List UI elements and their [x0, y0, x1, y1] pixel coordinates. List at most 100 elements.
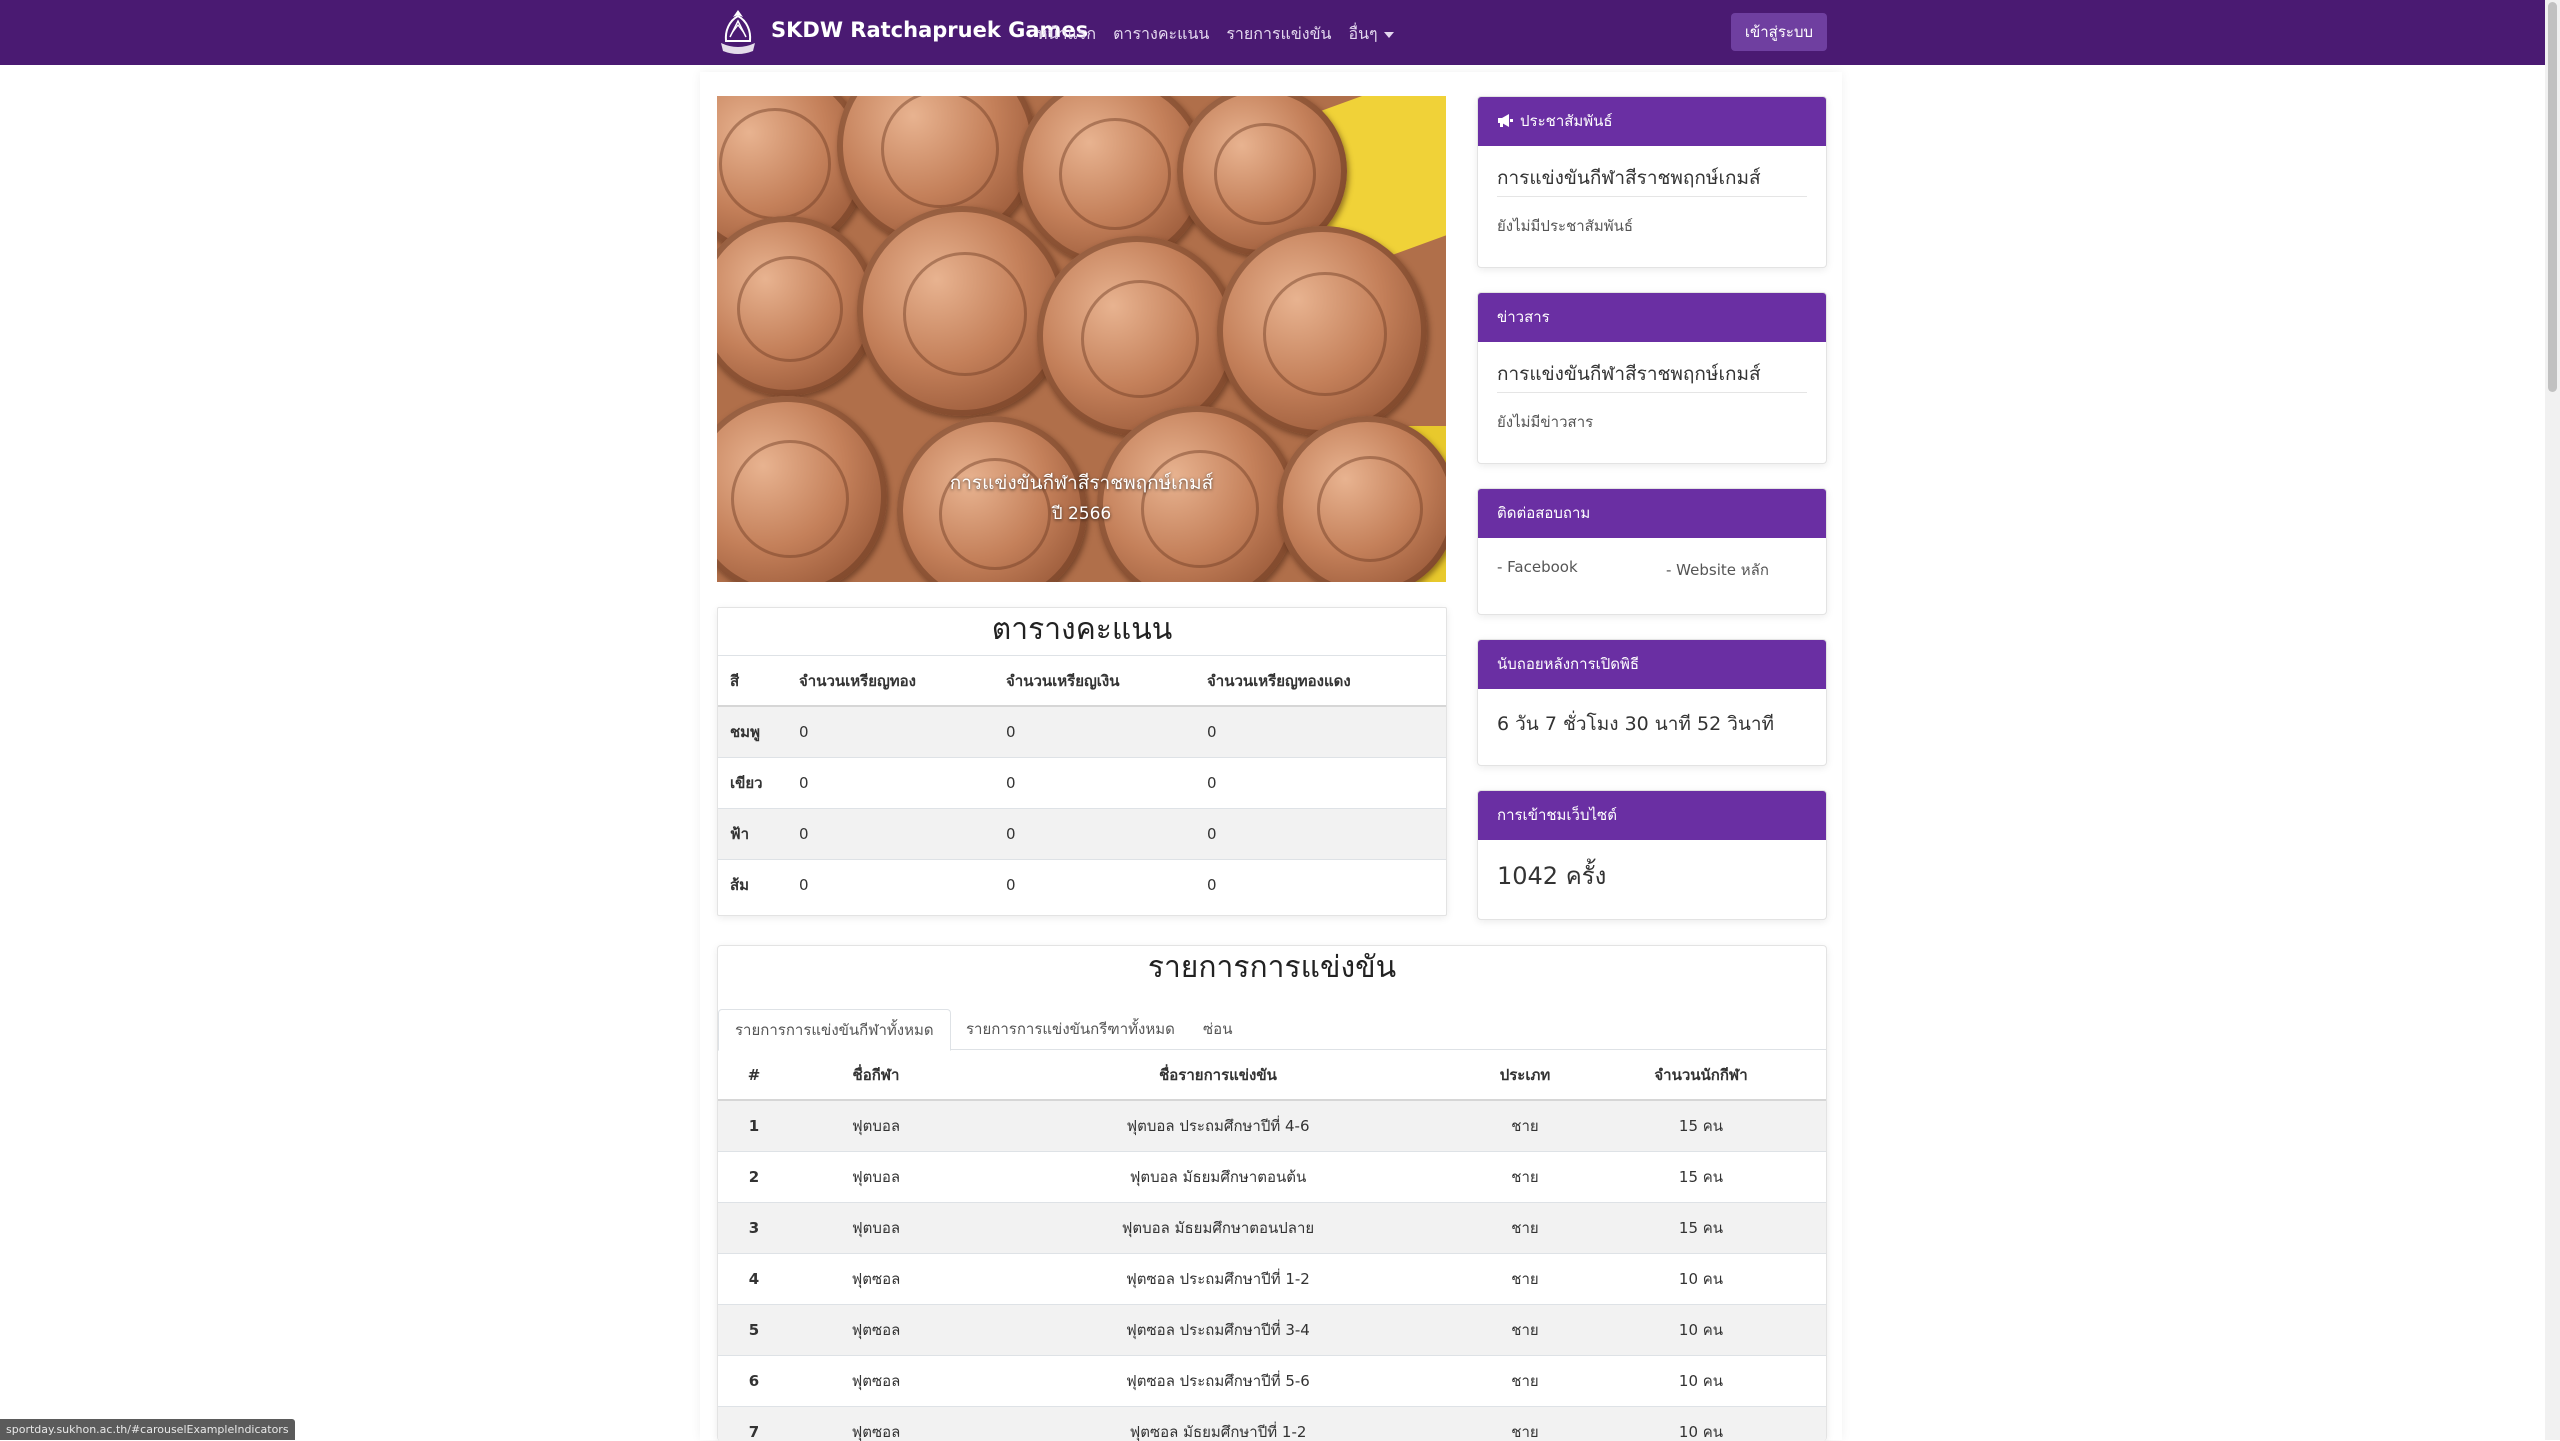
vertical-scrollbar[interactable] [2545, 0, 2560, 1440]
scoreboard-title: ตารางคะแนน [718, 610, 1446, 655]
silver-count: 0 [1005, 706, 1206, 758]
scrollbar-thumb[interactable] [2548, 2, 2557, 392]
col-color: สี [718, 656, 798, 707]
bronze-count: 0 [1206, 860, 1446, 911]
login-button[interactable]: เข้าสู่ระบบ [1731, 13, 1827, 51]
col-silver: จำนวนเหรียญเงิน [1005, 656, 1206, 707]
row-number: 1 [718, 1100, 790, 1152]
tab-all-sports[interactable]: รายการการแข่งขันกีฬาทั้งหมด [718, 1009, 951, 1051]
coin-image [857, 206, 1067, 416]
gold-count: 0 [798, 860, 1005, 911]
event-type: ชาย [1474, 1152, 1576, 1203]
nav-scoreboard[interactable]: ตารางคะแนน [1113, 22, 1209, 47]
event-name: ฟุตซอล มัธยมศึกษาปีที่ 1-2 [962, 1407, 1474, 1441]
team-name: เขียว [718, 758, 798, 809]
carousel-caption-title: การแข่งขันกีฬาสีราชพฤกษ์เกมส์ [717, 468, 1446, 498]
table-row: ชมพู 0 0 0 [718, 706, 1446, 758]
row-number: 3 [718, 1203, 790, 1254]
sport-name: ฟุตซอล [790, 1356, 962, 1407]
row-number: 2 [718, 1152, 790, 1203]
facebook-link[interactable]: - Facebook [1478, 558, 1597, 576]
navbar-inner: SKDW Ratchapruek Games หน้าแรก ตารางคะแน… [717, 0, 1827, 65]
table-row: เขียว 0 0 0 [718, 758, 1446, 809]
news-heading: การแข่งขันกีฬาสีราชพฤกษ์เกมส์ [1478, 359, 1826, 392]
news-header: ข่าวสาร [1478, 293, 1826, 342]
nav-competitions[interactable]: รายการแข่งขัน [1226, 22, 1331, 47]
event-name: ฟุตซอล ประถมศึกษาปีที่ 5-6 [962, 1356, 1474, 1407]
col-sport-name: ชื่อกีฬา [790, 1050, 962, 1100]
school-logo-icon[interactable] [717, 7, 759, 59]
col-bronze: จำนวนเหรียญทองแดง [1206, 656, 1446, 707]
website-link[interactable]: - Website หลัก [1647, 558, 1788, 582]
nav-more-label: อื่นๆ [1348, 24, 1377, 43]
chevron-down-icon [1384, 32, 1394, 38]
table-row[interactable]: 1 ฟุตบอล ฟุตบอล ประถมศึกษาปีที่ 4-6 ชาย … [718, 1100, 1826, 1152]
col-number: # [718, 1050, 790, 1100]
col-event-name: ชื่อรายการแข่งขัน [962, 1050, 1474, 1100]
table-row[interactable]: 2 ฟุตบอล ฟุตบอล มัธยมศึกษาตอนต้น ชาย 15 … [718, 1152, 1826, 1203]
col-type: ประเภท [1474, 1050, 1576, 1100]
sport-name: ฟุตบอล [790, 1152, 962, 1203]
nav-home[interactable]: หน้าแรก [1037, 22, 1096, 47]
sport-name: ฟุตซอล [790, 1305, 962, 1356]
nav-more-dropdown[interactable]: อื่นๆ [1348, 22, 1393, 47]
row-number: 4 [718, 1254, 790, 1305]
coin-image [897, 416, 1087, 582]
event-type: ชาย [1474, 1203, 1576, 1254]
silver-count: 0 [1005, 758, 1206, 809]
contact-card: ติดต่อสอบถาม - Facebook - Website หลัก [1477, 488, 1827, 615]
table-row[interactable]: 6 ฟุตซอล ฟุตซอล ประถมศึกษาปีที่ 5-6 ชาย … [718, 1356, 1826, 1407]
gold-count: 0 [798, 809, 1005, 860]
event-type: ชาย [1474, 1100, 1576, 1152]
silver-count: 0 [1005, 809, 1206, 860]
team-name: ส้ม [718, 860, 798, 911]
event-name: ฟุตบอล มัธยมศึกษาตอนปลาย [962, 1203, 1474, 1254]
bronze-count: 0 [1206, 809, 1446, 860]
scoreboard-table: สี จำนวนเหรียญทอง จำนวนเหรียญเงิน จำนวนเ… [718, 655, 1446, 910]
athlete-count: 10 คน [1576, 1254, 1826, 1305]
athlete-count: 10 คน [1576, 1407, 1826, 1441]
sport-name: ฟุตซอล [790, 1254, 962, 1305]
event-name: ฟุตบอล มัธยมศึกษาตอนต้น [962, 1152, 1474, 1203]
athlete-count: 15 คน [1576, 1100, 1826, 1152]
competitions-table: # ชื่อกีฬา ชื่อรายการแข่งขัน ประเภท จำนว… [718, 1050, 1826, 1441]
event-type: ชาย [1474, 1305, 1576, 1356]
table-row: ฟ้า 0 0 0 [718, 809, 1446, 860]
table-row: ส้ม 0 0 0 [718, 860, 1446, 911]
competition-tabs: รายการการแข่งขันกีฬาทั้งหมด รายการการแข่… [718, 1009, 1826, 1050]
athlete-count: 15 คน [1576, 1152, 1826, 1203]
table-row[interactable]: 5 ฟุตซอล ฟุตซอล ประถมศึกษาปีที่ 3-4 ชาย … [718, 1305, 1826, 1356]
athlete-count: 10 คน [1576, 1305, 1826, 1356]
bronze-count: 0 [1206, 758, 1446, 809]
competitions-card: รายการการแข่งขัน รายการการแข่งขันกีฬาทั้… [717, 945, 1827, 1441]
sport-name: ฟุตบอล [790, 1203, 962, 1254]
col-gold: จำนวนเหรียญทอง [798, 656, 1005, 707]
table-row[interactable]: 3 ฟุตบอล ฟุตบอล มัธยมศึกษาตอนปลาย ชาย 15… [718, 1203, 1826, 1254]
news-empty: ยังไม่มีข่าวสาร [1478, 410, 1826, 434]
row-number: 6 [718, 1356, 790, 1407]
gold-count: 0 [798, 758, 1005, 809]
divider [1497, 392, 1807, 393]
tab-all-athletics[interactable]: รายการการแข่งขันกรีฑาทั้งหมด [950, 1009, 1191, 1049]
gold-count: 0 [798, 706, 1005, 758]
coin-image [717, 216, 877, 396]
hero-carousel[interactable]: การแข่งขันกีฬาสีราชพฤกษ์เกมส์ ปี 2566 [717, 96, 1446, 582]
megaphone-icon [1497, 114, 1513, 127]
table-row[interactable]: 7 ฟุตซอล ฟุตซอล มัธยมศึกษาปีที่ 1-2 ชาย … [718, 1407, 1826, 1441]
contact-header: ติดต่อสอบถาม [1478, 489, 1826, 538]
announcements-header: ประชาสัมพันธ์ [1478, 97, 1826, 146]
carousel-caption-subtitle: ปี 2566 [717, 500, 1446, 527]
countdown-card: นับถอยหลังการเปิดพิธี 6 วัน 7 ชั่วโมง 30… [1477, 639, 1827, 766]
coin-image [1217, 226, 1427, 436]
status-bar-url: sportday.sukhon.ac.th/#carouselExampleIn… [0, 1419, 295, 1440]
countdown-header: นับถอยหลังการเปิดพิธี [1478, 640, 1826, 689]
navbar: SKDW Ratchapruek Games หน้าแรก ตารางคะแน… [0, 0, 2545, 65]
sport-name: ฟุตซอล [790, 1407, 962, 1441]
coin-image [1277, 416, 1446, 582]
team-name: ฟ้า [718, 809, 798, 860]
silver-count: 0 [1005, 860, 1206, 911]
tab-hide[interactable]: ซ่อน [1187, 1009, 1248, 1049]
col-athletes: จำนวนนักกีฬา [1576, 1050, 1826, 1100]
athlete-count: 15 คน [1576, 1203, 1826, 1254]
table-row[interactable]: 4 ฟุตซอล ฟุตซอล ประถมศึกษาปีที่ 1-2 ชาย … [718, 1254, 1826, 1305]
